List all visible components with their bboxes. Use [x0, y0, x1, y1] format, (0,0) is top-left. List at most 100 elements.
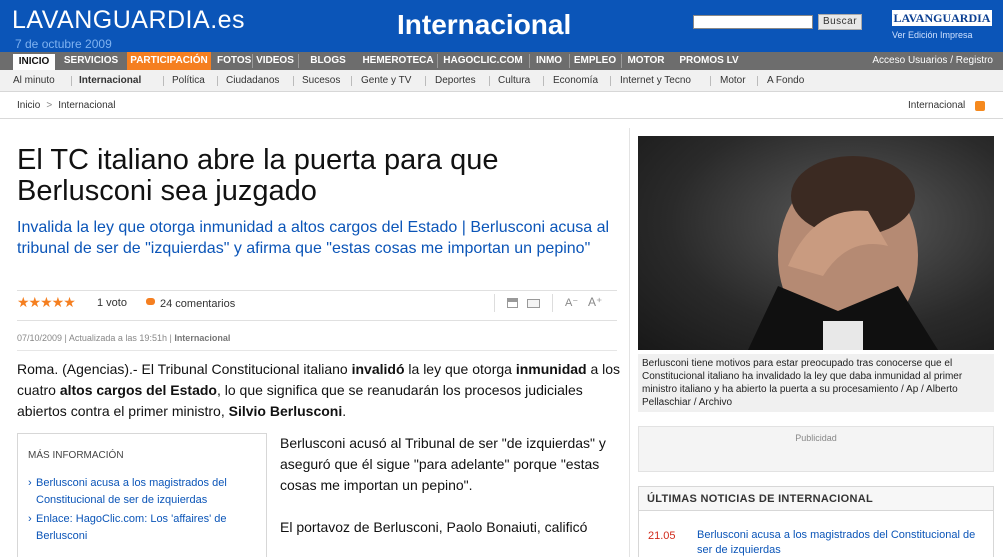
- nav-inicio[interactable]: INICIO: [13, 52, 55, 70]
- meta-updated: Actualizada a las 19:51h: [68, 333, 167, 343]
- news-link[interactable]: Berlusconi acusa a los magistrados del C…: [697, 528, 987, 557]
- subnav-separator: [489, 76, 490, 86]
- comment-icon: [146, 298, 155, 305]
- nav-separator: [529, 54, 530, 68]
- nav-blogs[interactable]: BLOGS: [300, 52, 356, 70]
- nav-promos[interactable]: PROMOS LV: [674, 52, 744, 70]
- subnav-politica[interactable]: Política: [172, 70, 205, 92]
- nav-separator: [437, 54, 438, 68]
- site-header: LAVANGUARDIA.es 7 de octubre 2009 Intern…: [0, 0, 1003, 52]
- nav-fotos[interactable]: FOTOS: [217, 52, 251, 70]
- section-subnav: Al minuto Internacional Política Ciudada…: [0, 70, 1003, 92]
- more-info-link[interactable]: Berlusconi acusa a los magistrados del C…: [28, 475, 256, 509]
- nav-servicios[interactable]: SERVICIOS: [60, 52, 122, 70]
- search-button[interactable]: Buscar: [818, 14, 862, 30]
- subnav-separator: [757, 76, 758, 86]
- article-body: Berlusconi acusó al Tribunal de ser "de …: [280, 433, 620, 557]
- nav-participacion[interactable]: PARTICIPACIÓN: [127, 52, 211, 70]
- article-meta: 07/10/2009 | Actualizada a las 19:51h | …: [17, 333, 231, 343]
- meta-section[interactable]: Internacional: [174, 333, 230, 343]
- more-info-title: MÁS INFORMACIÓN: [28, 450, 124, 461]
- rating-stars[interactable]: ★★★★★: [17, 294, 76, 311]
- lead-text: Roma. (Agencias).- El Tribunal Constituc…: [17, 361, 352, 377]
- nav-inmo[interactable]: INMO: [531, 52, 567, 70]
- nav-hagoclic[interactable]: HAGOCLIC.COM: [439, 52, 527, 70]
- subnav-gente-tv[interactable]: Gente y TV: [361, 70, 411, 92]
- site-logo[interactable]: LAVANGUARDIA.es: [12, 6, 245, 35]
- header-date: 7 de octubre 2009: [15, 37, 112, 51]
- print-icon[interactable]: [507, 298, 518, 308]
- nav-separator: [621, 54, 622, 68]
- lead-bold: invalidó: [351, 361, 405, 377]
- subnav-separator: [163, 76, 164, 86]
- divider: [0, 118, 1003, 119]
- subnav-motor[interactable]: Motor: [720, 70, 746, 92]
- subnav-deportes[interactable]: Deportes: [435, 70, 476, 92]
- subnav-separator: [543, 76, 544, 86]
- subnav-ciudadanos[interactable]: Ciudadanos: [226, 70, 279, 92]
- comments-link[interactable]: 24 comentarios: [160, 298, 235, 310]
- lead-text: .: [342, 403, 347, 419]
- subnav-separator: [710, 76, 711, 86]
- subnav-internet-tecno[interactable]: Internet y Tecno: [620, 70, 691, 92]
- subnav-a-fondo[interactable]: A Fondo: [767, 70, 804, 92]
- photo-caption: Berlusconi tiene motivos para estar preo…: [638, 354, 994, 412]
- ad-slot: Publicidad: [638, 426, 994, 472]
- body-paragraph: El portavoz de Berlusconi, Paolo Bonaiut…: [280, 519, 588, 535]
- subnav-separator: [293, 76, 294, 86]
- divider: [17, 320, 617, 321]
- photo-illustration: [748, 156, 938, 350]
- article-photo[interactable]: [638, 136, 994, 350]
- divider: [17, 350, 617, 351]
- lead-text: la ley que otorga: [404, 361, 516, 377]
- subnav-separator: [351, 76, 352, 86]
- more-info-box: MÁS INFORMACIÓN Berlusconi acusa a los m…: [17, 433, 267, 557]
- subnav-separator: [425, 76, 426, 86]
- divider: [17, 290, 617, 291]
- breadcrumb-current[interactable]: Internacional: [58, 100, 115, 111]
- nav-videos[interactable]: VIDEOS: [254, 52, 296, 70]
- font-decrease-button[interactable]: A⁻: [565, 296, 578, 309]
- subnav-separator: [610, 76, 611, 86]
- print-edition-link[interactable]: Ver Edición Impresa: [892, 30, 973, 40]
- article-lead: Roma. (Agencias).- El Tribunal Constituc…: [17, 359, 622, 422]
- print-edition-logo[interactable]: LAVANGUARDIA: [892, 10, 992, 26]
- nav-empleo[interactable]: EMPLEO: [571, 52, 619, 70]
- news-time: 21.05: [648, 530, 676, 542]
- font-increase-button[interactable]: A⁺: [588, 295, 602, 309]
- search-input[interactable]: [693, 15, 813, 29]
- subnav-al-minuto[interactable]: Al minuto: [13, 70, 55, 92]
- subnav-separator: [217, 76, 218, 86]
- lead-bold: Silvio Berlusconi: [228, 403, 343, 419]
- nav-separator: [252, 54, 253, 68]
- latest-news-title: ÚLTIMAS NOTICIAS DE INTERNACIONAL: [639, 487, 993, 511]
- subnav-internacional[interactable]: Internacional: [79, 70, 141, 92]
- vote-count: 1 voto: [97, 297, 127, 309]
- main-nav: INICIO SERVICIOS PARTICIPACIÓN FOTOS VID…: [0, 52, 1003, 70]
- subnav-economia[interactable]: Economía: [553, 70, 598, 92]
- section-title: Internacional: [397, 9, 572, 40]
- nav-hemeroteca[interactable]: HEMEROTECA: [361, 52, 435, 70]
- more-info-link[interactable]: Enlace: HagoClic.com: Los 'affaires' de …: [28, 511, 256, 545]
- subnav-sucesos[interactable]: Sucesos: [302, 70, 340, 92]
- latest-news-box: ÚLTIMAS NOTICIAS DE INTERNACIONAL 21.05 …: [638, 486, 994, 557]
- subnav-separator: [71, 76, 72, 86]
- rss-label[interactable]: Internacional: [908, 100, 965, 111]
- toolbar-separator: [552, 294, 553, 312]
- breadcrumb-home[interactable]: Inicio: [17, 100, 40, 111]
- meta-date: 07/10/2009: [17, 333, 63, 343]
- logo-domain: .es: [210, 6, 246, 34]
- nav-motor[interactable]: MOTOR: [623, 52, 669, 70]
- toolbar-separator: [494, 294, 495, 312]
- body-paragraph: Berlusconi acusó al Tribunal de ser "de …: [280, 435, 606, 493]
- email-icon[interactable]: [527, 299, 540, 308]
- article-headline: El TC italiano abre la puerta para que B…: [17, 144, 499, 207]
- subnav-cultura[interactable]: Cultura: [498, 70, 530, 92]
- lead-bold: inmunidad: [515, 361, 587, 377]
- nav-separator: [569, 54, 570, 68]
- article-subheadline: Invalida la ley que otorga inmunidad a a…: [17, 219, 610, 257]
- column-divider: [629, 128, 630, 557]
- breadcrumb-arrow: >: [46, 100, 53, 111]
- rss-icon[interactable]: [975, 101, 985, 111]
- login-link[interactable]: Acceso Usuarios / Registro: [872, 52, 993, 70]
